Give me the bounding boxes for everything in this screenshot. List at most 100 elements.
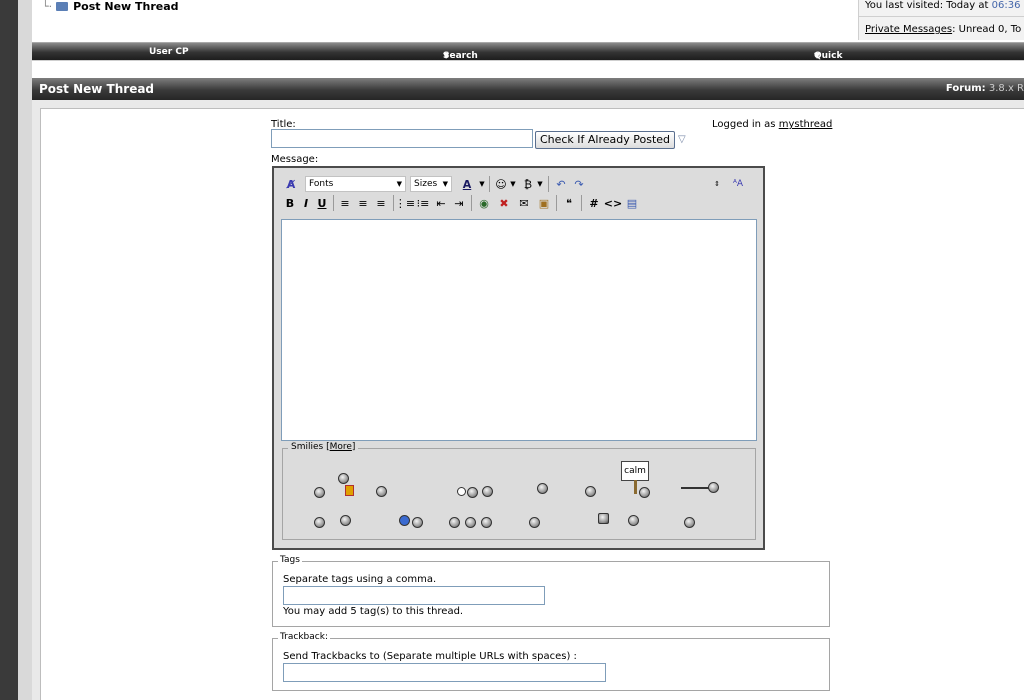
smilies-box: Smilies [More] calm (282, 442, 756, 540)
message-editor: A̸ Fonts ▼ Sizes ▼ A ▼ ☺ ▼ ₿ ▼ ↶ ↷ ⇕ ᴬA B … (272, 166, 765, 550)
smiley-icon[interactable] (457, 487, 466, 496)
tags-input[interactable] (283, 586, 545, 605)
smiley-sniper-icon[interactable] (708, 482, 719, 493)
smiley-icon[interactable] (399, 515, 410, 526)
toolbar-separator (556, 195, 557, 211)
window-left-margin (18, 0, 32, 700)
popcorn-icon (345, 485, 354, 496)
tree-connector-icon: └· (42, 0, 53, 13)
toolbar-separator (581, 195, 582, 211)
form-header: Post New Thread Forum: 3.8.x R (32, 78, 1024, 100)
align-right-icon[interactable]: ≡ (374, 195, 388, 211)
dropdown-triangle-icon[interactable]: ▽ (678, 134, 686, 145)
indent-icon[interactable]: ⇥ (452, 195, 466, 211)
forum-name[interactable]: 3.8.x R (989, 83, 1024, 94)
smiley-icon[interactable] (465, 517, 476, 528)
title-input[interactable] (271, 129, 533, 148)
ordered-list-icon[interactable]: ⋮≡ (395, 195, 415, 211)
smiley-computer-icon[interactable] (598, 513, 609, 524)
smiley-icon[interactable] (628, 515, 639, 526)
tags-note: You may add 5 tag(s) to this thread. (283, 606, 464, 617)
breadcrumb: └· Post New Thread (42, 0, 179, 13)
attachment-icon[interactable]: ₿ (522, 176, 534, 192)
insert-link-icon[interactable]: ◉ (476, 195, 492, 211)
smiley-icon[interactable] (314, 487, 325, 498)
navbar: User CP Search ▼ Quick Links ▼ (32, 42, 1024, 71)
size-select[interactable]: Sizes ▼ (410, 176, 452, 192)
page-title: Post New Thread (39, 82, 155, 96)
unordered-list-icon[interactable]: ⁝≡ (416, 195, 430, 211)
align-left-icon[interactable]: ≡ (338, 195, 352, 211)
underline-icon[interactable]: U (316, 195, 328, 211)
username-link[interactable]: mysthread (779, 119, 833, 130)
window-left-border (0, 0, 18, 700)
smiley-icon[interactable] (376, 486, 387, 497)
chevron-down-icon[interactable]: ▼ (509, 176, 517, 192)
trackback-legend: Trackback: (278, 632, 330, 642)
smiley-icon[interactable] (481, 517, 492, 528)
last-visited: You last visited: Today at 06:36 (865, 0, 1021, 11)
private-messages-count: : Unread 0, To (952, 24, 1022, 35)
message-textarea[interactable] (281, 219, 757, 441)
user-info-box: You last visited: Today at 06:36 Private… (858, 0, 1024, 40)
smiley-icon[interactable] (314, 517, 325, 528)
smiley-icon[interactable] (449, 517, 460, 528)
smiley-icon[interactable] (412, 517, 423, 528)
smiley-icon[interactable] (585, 486, 596, 497)
private-messages-link[interactable]: Private Messages (865, 24, 952, 35)
smiley-key-icon[interactable] (537, 483, 548, 494)
last-visited-time: 06:36 (991, 0, 1021, 11)
check-if-posted-button[interactable]: Check If Already Posted (535, 131, 675, 149)
insert-email-icon[interactable]: ✉ (516, 195, 532, 211)
remove-format-icon[interactable]: A̸ (284, 176, 298, 192)
switch-mode-icon[interactable]: ᴬA (729, 176, 747, 192)
tags-instruction: Separate tags using a comma. (283, 574, 437, 585)
tags-legend: Tags (278, 555, 302, 565)
smiley-icon[interactable] (467, 487, 478, 498)
smiley-icon[interactable] (482, 486, 493, 497)
smiley-icon[interactable] (340, 515, 351, 526)
text-color-icon[interactable]: A (458, 176, 476, 192)
forum-info: Forum: 3.8.x R (945, 83, 1024, 94)
insert-image-icon[interactable]: ▣ (536, 195, 552, 211)
smiley-calm-icon[interactable] (639, 487, 650, 498)
remove-link-icon[interactable]: ✖ (496, 195, 512, 211)
toolbar-separator (471, 195, 472, 211)
divider (859, 16, 1024, 17)
chevron-down-icon: ▼ (814, 51, 821, 60)
trackback-input[interactable] (283, 663, 606, 682)
undo-icon[interactable]: ↶ (554, 176, 568, 192)
private-messages: Private Messages: Unread 0, To (865, 24, 1021, 35)
toolbar-separator (333, 195, 334, 211)
quote-icon[interactable]: ❝ (561, 195, 577, 211)
toolbar-separator (489, 176, 490, 192)
nav-user-cp[interactable]: User CP (149, 47, 189, 57)
toolbar-separator (393, 195, 394, 211)
italic-icon[interactable]: I (300, 195, 312, 211)
bold-icon[interactable]: B (284, 195, 296, 211)
breadcrumb-current: Post New Thread (73, 0, 179, 13)
smiley-icon[interactable]: ☺ (494, 176, 508, 192)
chevron-down-icon[interactable]: ▼ (478, 176, 486, 192)
outdent-icon[interactable]: ⇤ (434, 195, 448, 211)
calm-sign: calm (621, 461, 649, 481)
redo-icon[interactable]: ↷ (572, 176, 586, 192)
message-label: Message: (271, 154, 319, 165)
logged-in-info: Logged in as mysthread (712, 119, 833, 130)
smilies-more-link[interactable]: More (330, 442, 352, 452)
trackback-fieldset: Trackback: Send Trackbacks to (Separate … (272, 632, 830, 691)
form-panel: Title: Check If Already Posted ▽ Logged … (40, 108, 1024, 700)
smiley-popcorn-icon[interactable] (338, 473, 349, 484)
align-center-icon[interactable]: ≡ (356, 195, 370, 211)
smiley-icon[interactable] (529, 517, 540, 528)
tags-fieldset: Tags Separate tags using a comma. You ma… (272, 555, 830, 627)
chevron-down-icon: ▼ (443, 51, 450, 60)
font-select[interactable]: Fonts ▼ (305, 176, 406, 192)
html-code-icon[interactable]: <> (604, 195, 622, 211)
smiley-icon[interactable] (684, 517, 695, 528)
php-code-icon[interactable]: ▤ (624, 195, 640, 211)
forum-page: └· Post New Thread You last visited: Toda… (32, 0, 1024, 700)
resize-arrows-icon[interactable]: ⇕ (712, 176, 722, 192)
code-hash-icon[interactable]: # (586, 195, 602, 211)
chevron-down-icon[interactable]: ▼ (536, 176, 544, 192)
